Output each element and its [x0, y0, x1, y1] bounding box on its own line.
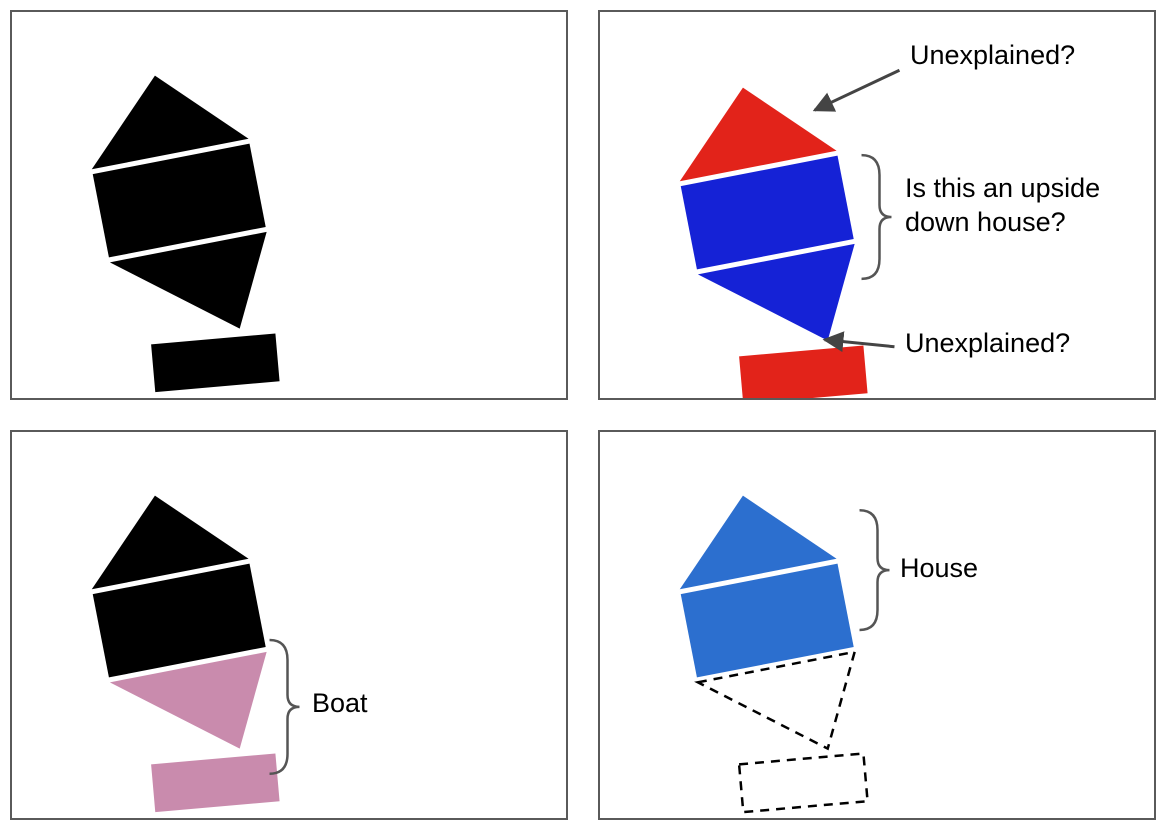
- figure-grid: Here's an ambiguous image: [0, 0, 1166, 830]
- label-unexplained-bottom: Unexplained?: [905, 327, 1070, 361]
- label-boat: Boat: [312, 687, 368, 721]
- panel-top-right: Unexplained? Is this an upside down hous…: [598, 10, 1156, 400]
- panel-bottom-left-svg: [12, 432, 566, 818]
- panel-bottom-left: Boat: [10, 430, 568, 820]
- label-unexplained-top: Unexplained?: [910, 39, 1075, 73]
- panel-bottom-right-svg: [600, 432, 1154, 818]
- panel-top-left-shapes: [12, 12, 566, 398]
- panel-bottom-right: House: [598, 430, 1156, 820]
- panel-top-left: Here's an ambiguous image: [10, 10, 568, 400]
- label-upside-down-house: Is this an upside down house?: [905, 172, 1100, 240]
- label-house: House: [900, 552, 978, 586]
